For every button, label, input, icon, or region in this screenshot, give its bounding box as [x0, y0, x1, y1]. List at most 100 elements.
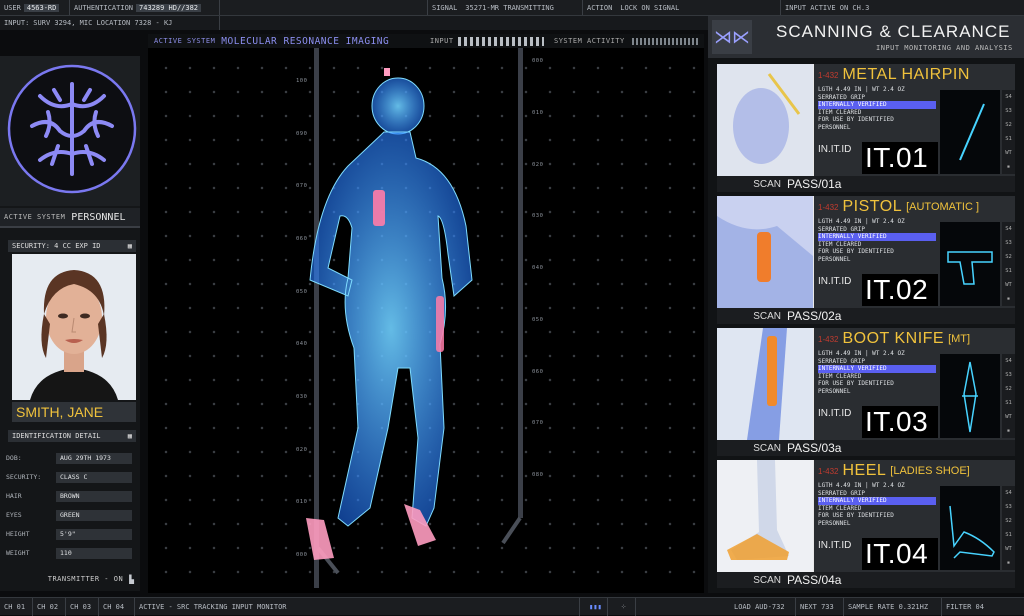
filter-status: Filter 04	[946, 603, 984, 611]
spacer-cell	[220, 0, 428, 15]
detail-line-highlight: Internally Verified	[818, 101, 936, 109]
pass-value: PASS/01a	[787, 177, 842, 191]
item-id-label: IN.IT.ID	[818, 408, 852, 419]
item-name: Metal Hairpin	[842, 66, 970, 83]
personnel-system-value: Personnel	[71, 211, 126, 223]
personnel-panel: Active System Personnel Security: 4 CC E…	[0, 56, 140, 591]
clearance-item[interactable]: 1-432 Metal Hairpin LGTH 4.49 in | WT 2.…	[717, 64, 1015, 192]
scale-label: 020	[532, 161, 544, 168]
hairpin-icon	[940, 90, 1000, 174]
knife-marker	[436, 296, 444, 352]
left-scale-labels: 100 090 070 060 050 040 030 020 010 000	[296, 78, 316, 558]
scale-label: 010	[532, 109, 544, 116]
security-header-text: Security: 4 CC Exp ID	[12, 242, 101, 250]
bars-icon[interactable]: ▮▮▮	[580, 598, 608, 616]
personnel-system-label: Active System	[4, 213, 66, 221]
auth-cell: Authentication 743289 HD//382	[70, 0, 220, 15]
input-meter	[458, 37, 544, 46]
auth-label: Authentication	[74, 3, 134, 12]
center-header: Active System Molecular Resonance Imagin…	[148, 34, 704, 48]
item-code: 1-432	[818, 334, 839, 344]
dots-icon[interactable]: ⁘	[608, 598, 636, 616]
item-info: 1-432 Metal Hairpin LGTH 4.49 in | WT 2.…	[814, 64, 1015, 176]
input-status: Input Active on CH.3	[785, 3, 870, 12]
hairpin-marker	[384, 68, 390, 76]
clearance-item[interactable]: 1-432 Boot Knife [MT] LGTH 4.49 in | WT …	[717, 328, 1015, 456]
signal-label: Signal	[432, 3, 458, 12]
top-status-bar: User 4563-RD Authentication 743289 HD//3…	[0, 0, 1024, 16]
x-logo-icon[interactable]: ⋊⋉	[712, 20, 752, 54]
item-scan-row: SCAN PASS/01a	[717, 176, 1015, 192]
bottom-status-bar: CH 01 CH 02 CH 03 CH 04 Active - SRC Tra…	[0, 597, 1024, 616]
detail-line-highlight: Internally Verified	[818, 497, 936, 505]
item-thumbnail	[717, 196, 813, 308]
item-title: 1-432 Metal Hairpin	[814, 64, 1015, 86]
item-subname: [MT]	[948, 333, 971, 345]
channel-tab-1[interactable]: CH 01	[0, 598, 33, 616]
item-info: 1-432 Boot Knife [MT] LGTH 4.49 in | WT …	[814, 328, 1015, 440]
scanning-clearance-panel: ⋊⋉ Scanning & Clearance Input Monitoring…	[708, 16, 1024, 593]
detail-line: For use by identified	[818, 512, 894, 520]
transmitter-icon[interactable]: ▙	[129, 575, 134, 584]
detail-line: Item Cleared	[818, 240, 862, 248]
item-thumbnail	[717, 328, 813, 440]
scale-label: 060	[296, 235, 308, 242]
active-monitor-status: Active - SRC Tracking Input Monitor	[135, 598, 580, 616]
emblem-icon	[7, 64, 137, 194]
detail-line: LGTH 4.49 in | WT 2.4 oz	[818, 86, 905, 93]
personnel-name-box: Smith, Jane	[12, 402, 136, 422]
clearance-item[interactable]: 1-432 Heel [Ladies Shoe] LGTH 4.49 in | …	[717, 460, 1015, 588]
field-value: 110	[56, 547, 132, 559]
user-value: 4563-RD	[23, 3, 60, 12]
item-id: IT.04	[862, 538, 938, 570]
right-scale-labels: 000 010 020 030 040 050 060 070 080	[532, 58, 552, 478]
input-source-cell: Input: SURV 3294, MIC Location 7328 - KJ	[0, 16, 220, 30]
channel-tab-3[interactable]: CH 03	[66, 598, 99, 616]
pass-value: PASS/03a	[787, 441, 842, 455]
field-hair: Hair Brown	[6, 490, 132, 502]
detail-line: LGTH 4.49 in | WT 2.4 oz	[818, 482, 905, 489]
item-thumbnail	[717, 460, 813, 572]
scale-label: 000	[532, 58, 544, 64]
channel-tab-2[interactable]: CH 02	[33, 598, 66, 616]
knife-icon	[940, 354, 1000, 438]
emblem-box	[0, 56, 140, 206]
right-scale-bar	[518, 48, 523, 518]
scale-label: 030	[296, 393, 308, 400]
scale-label: 020	[296, 446, 308, 453]
scale-label: 070	[296, 183, 308, 190]
load-status: Load AUD-732	[730, 598, 796, 616]
input-source-value: SURV 3294, MIC Location 7328 - KJ	[33, 19, 173, 27]
detail-line: Serrated Grip	[818, 93, 865, 101]
item-title: 1-432 Pistol [Automatic ]	[814, 196, 1015, 218]
action-label: Action	[587, 3, 613, 12]
scale-label: 070	[532, 420, 544, 427]
auth-value: 743289 HD//382	[136, 3, 202, 12]
hologram-figure	[309, 77, 473, 527]
item-thumbnail	[717, 64, 813, 176]
input-status-cell: Input Active on CH.3	[781, 0, 1024, 15]
next-status: Next 733	[796, 598, 844, 616]
scale-label: 000	[296, 551, 308, 558]
field-eyes: Eyes Green	[6, 509, 132, 521]
user-label: User	[4, 3, 21, 12]
clearance-item[interactable]: 1-432 Pistol [Automatic ] LGTH 4.49 in |…	[717, 196, 1015, 324]
detail-line: Item Cleared	[818, 504, 862, 512]
user-cell: User 4563-RD	[0, 0, 70, 15]
detail-line: Serrated Grip	[818, 489, 865, 497]
item-side-scale: S4 S3 S2 S1 WT ▪	[1002, 486, 1015, 570]
scan-label: SCAN	[753, 442, 781, 454]
field-value: Brown	[56, 490, 132, 502]
item-subname: [Automatic ]	[906, 201, 980, 213]
field-label: Security:	[6, 473, 42, 481]
item-id: IT.01	[862, 142, 938, 174]
item-id-label: IN.IT.ID	[818, 276, 852, 287]
item-scan-row: SCAN PASS/04a	[717, 572, 1015, 588]
field-value: 5'9"	[56, 528, 132, 540]
scale-label: 010	[296, 499, 308, 506]
field-label: Height	[6, 530, 30, 538]
scan-label: SCAN	[753, 310, 781, 322]
grid-icon: ▦	[127, 242, 132, 250]
item-scan-row: SCAN PASS/02a	[717, 308, 1015, 324]
channel-tab-4[interactable]: CH 04	[99, 598, 135, 616]
